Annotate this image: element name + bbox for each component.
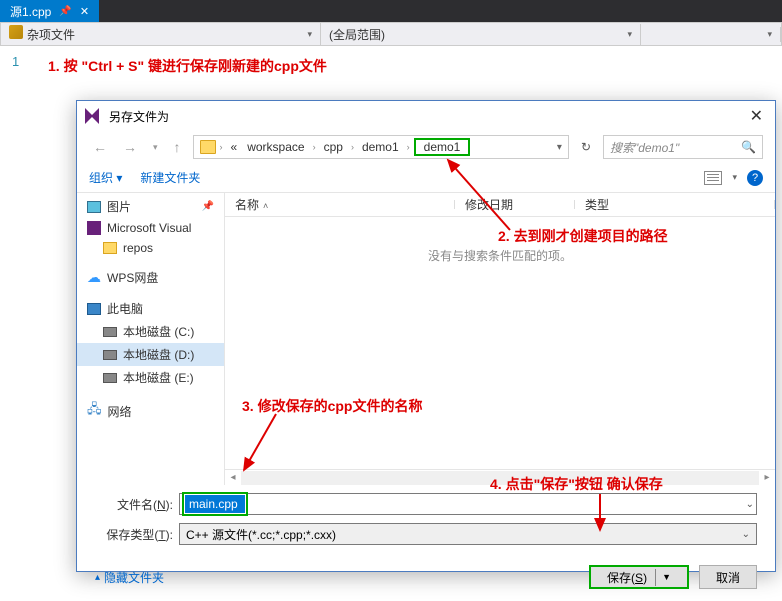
save-button[interactable]: 保存(S) ▼ bbox=[589, 565, 689, 589]
line-number: 1 bbox=[12, 54, 19, 69]
chevron-right-icon: › bbox=[311, 142, 318, 152]
misc-files-dropdown[interactable]: 杂项文件 ▾ bbox=[1, 23, 321, 45]
sidebar-item-network[interactable]: 🖧网络 bbox=[77, 397, 224, 425]
column-name[interactable]: 名称˄ bbox=[225, 196, 455, 213]
filetype-select[interactable]: C++ 源文件(*.cc;*.cpp;*.cxx) ⌄ bbox=[179, 523, 757, 545]
nav-forward-button[interactable]: → bbox=[119, 137, 141, 157]
disk-icon bbox=[103, 373, 117, 383]
close-icon[interactable]: ✕ bbox=[80, 5, 89, 18]
editor-tab[interactable]: 源1.cpp 📌 ✕ bbox=[0, 0, 99, 22]
filename-input-wrap[interactable]: ⌄ bbox=[179, 493, 757, 515]
pin-icon[interactable]: 📌 bbox=[59, 6, 71, 17]
chevron-down-icon: ▾ bbox=[627, 29, 632, 40]
disk-icon bbox=[103, 350, 117, 360]
folder-icon bbox=[200, 140, 216, 154]
misc-icon bbox=[9, 25, 23, 39]
nav-up-button[interactable]: ↑ bbox=[170, 137, 185, 157]
pictures-icon bbox=[87, 201, 101, 213]
filetype-label: 保存类型(T): bbox=[95, 526, 173, 543]
sidebar-item-drive-d[interactable]: 本地磁盘 (D:) bbox=[77, 343, 224, 366]
save-dropdown[interactable]: ▼ bbox=[656, 572, 671, 582]
breadcrumb-item[interactable]: cpp bbox=[320, 139, 347, 155]
file-list-header: 名称˄ 修改日期 类型 bbox=[225, 193, 775, 217]
sidebar-item-drive-c[interactable]: 本地磁盘 (C:) bbox=[77, 320, 224, 343]
filename-dropdown[interactable]: ⌄ bbox=[746, 499, 754, 510]
annotation-4: 4. 点击"保存"按钮 确认保存 bbox=[490, 474, 663, 494]
view-options-button[interactable] bbox=[704, 171, 722, 185]
breadcrumb-item[interactable]: workspace bbox=[243, 139, 308, 155]
dialog-title: 另存文件为 bbox=[109, 108, 169, 125]
filename-input[interactable] bbox=[185, 495, 245, 513]
chevron-right-icon: › bbox=[405, 142, 412, 152]
search-icon: 🔍 bbox=[741, 140, 756, 154]
network-icon: 🖧 bbox=[87, 400, 102, 422]
new-folder-button[interactable]: 新建文件夹 bbox=[140, 169, 200, 186]
tab-title: 源1.cpp bbox=[10, 3, 51, 20]
sidebar-item-pictures[interactable]: 图片📌 bbox=[77, 195, 224, 218]
annotation-1: 1. 按 "Ctrl + S" 键进行保存刚新建的cpp文件 bbox=[48, 56, 327, 76]
pc-icon bbox=[87, 303, 101, 315]
sidebar-item-thispc[interactable]: 此电脑 bbox=[77, 297, 224, 320]
address-dropdown[interactable]: ▾ bbox=[557, 142, 562, 153]
close-dialog-button[interactable]: ✕ bbox=[746, 106, 767, 126]
save-as-dialog: 另存文件为 ✕ ← → ▾ ↑ › « workspace › cpp › de… bbox=[76, 100, 776, 572]
folder-sidebar: 图片📌 Microsoft Visual repos ☁WPS网盘 此电脑 本地… bbox=[77, 193, 225, 485]
column-type[interactable]: 类型 bbox=[575, 196, 775, 213]
vs-icon bbox=[87, 221, 101, 235]
help-button[interactable]: ? bbox=[747, 170, 763, 186]
scroll-right-button[interactable]: ▸ bbox=[759, 472, 775, 483]
sidebar-item-vs[interactable]: Microsoft Visual bbox=[77, 218, 224, 238]
organize-button[interactable]: 组织 ▾ bbox=[89, 169, 122, 186]
pin-icon: 📌 bbox=[202, 201, 214, 212]
cloud-icon: ☁ bbox=[87, 269, 101, 286]
sort-indicator-icon: ˄ bbox=[263, 201, 268, 211]
breadcrumb-item[interactable]: demo1 bbox=[358, 139, 403, 155]
hide-folders-toggle[interactable]: ▴ 隐藏文件夹 bbox=[95, 569, 164, 586]
chevron-right-icon: › bbox=[349, 142, 356, 152]
breadcrumb-prefix: « bbox=[227, 139, 242, 155]
breadcrumb-item-current[interactable]: demo1 bbox=[420, 139, 465, 155]
chevron-down-icon: ▾ bbox=[307, 29, 312, 40]
search-placeholder: 搜索"demo1" bbox=[610, 139, 679, 156]
search-input[interactable]: 搜索"demo1" 🔍 bbox=[603, 135, 763, 159]
vs-logo-icon bbox=[85, 108, 101, 124]
refresh-button[interactable]: ↻ bbox=[577, 140, 595, 154]
sidebar-item-wps[interactable]: ☁WPS网盘 bbox=[77, 266, 224, 289]
chevron-down-icon: ⌄ bbox=[742, 529, 750, 540]
nav-back-button[interactable]: ← bbox=[89, 137, 111, 157]
scope-dropdown[interactable]: (全局范围) ▾ bbox=[321, 24, 641, 45]
chevron-down-icon: ▾ bbox=[767, 29, 772, 40]
sidebar-item-drive-e[interactable]: 本地磁盘 (E:) bbox=[77, 366, 224, 389]
column-date[interactable]: 修改日期 bbox=[455, 196, 575, 213]
annotation-3: 3. 修改保存的cpp文件的名称 bbox=[242, 396, 422, 416]
folder-icon bbox=[103, 242, 117, 254]
chevron-right-icon: › bbox=[218, 142, 225, 152]
collapse-icon: ▴ bbox=[95, 572, 100, 583]
address-bar[interactable]: › « workspace › cpp › demo1 › demo1 ▾ bbox=[193, 135, 569, 159]
member-dropdown[interactable]: ▾ bbox=[641, 27, 781, 42]
filename-label: 文件名(N): bbox=[95, 496, 173, 513]
nav-recent-dropdown[interactable]: ▾ bbox=[149, 140, 162, 155]
cancel-button[interactable]: 取消 bbox=[699, 565, 757, 589]
disk-icon bbox=[103, 327, 117, 337]
annotation-2: 2. 去到刚才创建项目的路径 bbox=[498, 226, 668, 246]
sidebar-item-repos[interactable]: repos bbox=[77, 238, 224, 258]
scroll-left-button[interactable]: ◂ bbox=[225, 472, 241, 483]
view-dropdown[interactable]: ▾ bbox=[732, 172, 737, 183]
